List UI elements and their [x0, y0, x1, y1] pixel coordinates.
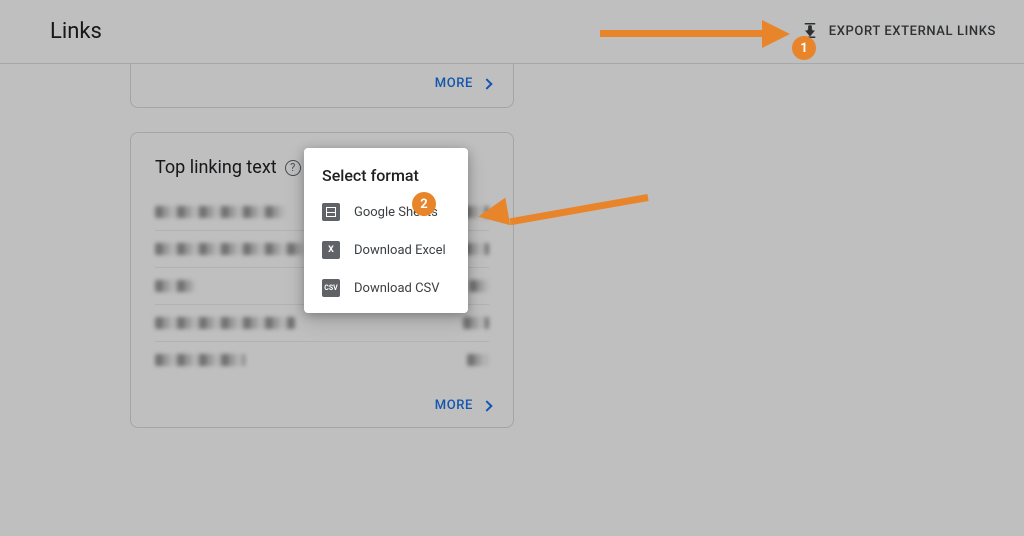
more-link[interactable]: MORE	[435, 76, 491, 91]
page-title: Links	[50, 19, 102, 44]
content: MORE Top linking text ?	[0, 64, 1024, 428]
redacted-text	[155, 280, 195, 292]
chevron-right-icon	[481, 78, 492, 89]
redacted-text	[155, 206, 285, 218]
chevron-right-icon	[481, 400, 492, 411]
excel-icon: X	[322, 241, 340, 259]
help-icon[interactable]: ?	[285, 160, 301, 176]
select-format-popup: Select format Google Sheets X Download E…	[304, 148, 468, 313]
redacted-text	[155, 243, 305, 255]
card-footer: MORE	[131, 386, 513, 425]
csv-icon: CSV	[322, 279, 340, 297]
redacted-value	[467, 354, 489, 366]
table-row[interactable]	[155, 342, 489, 378]
popup-item-label: Download CSV	[354, 281, 440, 296]
popup-title: Select format	[304, 162, 468, 193]
format-option-excel[interactable]: X Download Excel	[304, 231, 468, 269]
annotation-badge-2: 2	[412, 192, 436, 216]
format-option-google-sheets[interactable]: Google Sheets	[304, 193, 468, 231]
card-title: Top linking text	[155, 157, 277, 178]
redacted-value	[463, 317, 489, 329]
export-external-links-button[interactable]: EXPORT EXTERNAL LINKS	[801, 23, 996, 41]
redacted-text	[155, 354, 245, 366]
popup-item-label: Download Excel	[354, 243, 446, 258]
card-previous: MORE	[130, 64, 514, 108]
annotation-badge-1: 1	[792, 36, 816, 60]
more-link[interactable]: MORE	[435, 398, 491, 413]
redacted-text	[155, 317, 295, 329]
redacted-value	[469, 280, 489, 292]
annotation-arrow-1	[600, 22, 790, 44]
card-footer: MORE	[131, 64, 513, 103]
sheets-icon	[322, 203, 340, 221]
format-option-csv[interactable]: CSV Download CSV	[304, 269, 468, 307]
header: Links EXPORT EXTERNAL LINKS	[0, 0, 1024, 64]
annotation-arrow-2	[478, 180, 648, 240]
export-label: EXPORT EXTERNAL LINKS	[829, 24, 996, 39]
